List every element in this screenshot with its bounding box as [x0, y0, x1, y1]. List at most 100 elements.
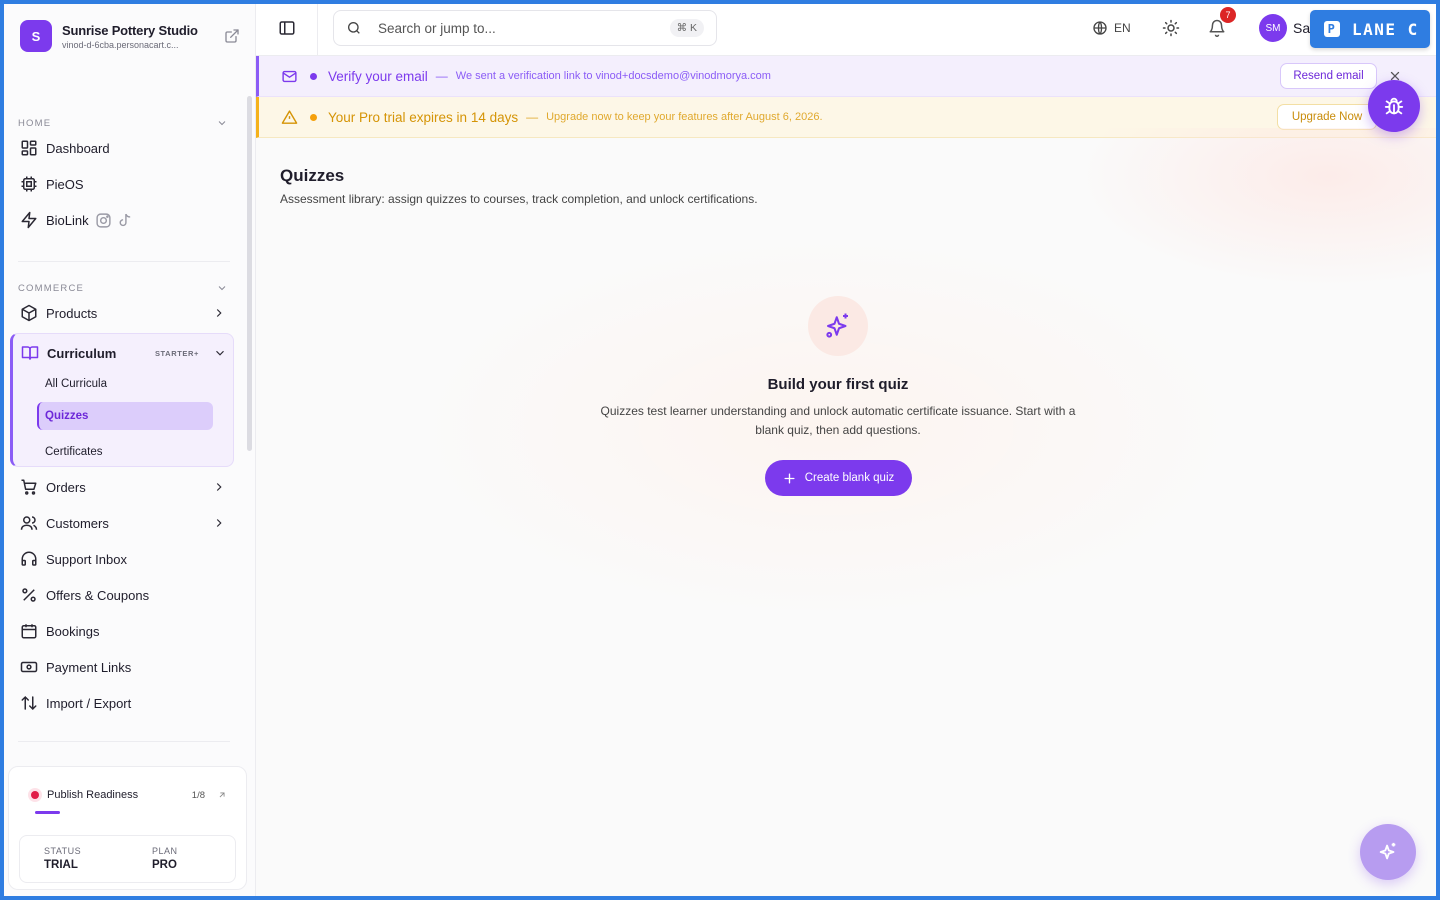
shortcut-hint: ⌘ K [669, 19, 704, 37]
plan-label: PLAN [152, 846, 178, 856]
percent-icon [22, 588, 36, 602]
separator: — [526, 110, 539, 124]
sidebar-item-offers-coupons[interactable]: Offers & Coupons [20, 580, 228, 610]
chevron-down-icon [218, 286, 226, 291]
sidebar-item-label: Import / Export [46, 695, 132, 711]
create-button-label: Create blank quiz [804, 472, 895, 484]
topbar: Search or jump to... ⌘ K EN 7 SM Sa [256, 4, 1436, 56]
instagram-icon [96, 212, 111, 228]
sidebar-item-curriculum[interactable]: Curriculum STARTER+ [21, 340, 229, 366]
divider [18, 261, 230, 262]
page-subtitle: Assessment library: assign quizzes to co… [280, 192, 758, 206]
section-commerce-label: COMMERCE [18, 282, 85, 294]
chip-icon [21, 176, 37, 192]
chevron-down-icon [218, 121, 226, 126]
status-dot [310, 72, 317, 80]
sidebar-item-dashboard[interactable]: Dashboard [20, 133, 228, 163]
sidebar-item-products[interactable]: Products [20, 298, 228, 328]
create-blank-quiz-button[interactable]: Create blank quiz [765, 460, 912, 496]
money-icon [20, 661, 38, 673]
resend-email-button[interactable]: Resend email [1280, 63, 1377, 89]
sidebar-item-label: Payment Links [46, 659, 132, 675]
sun-icon[interactable] [1162, 19, 1180, 37]
ai-assistant-button[interactable] [1360, 824, 1416, 880]
dashboard-icon [21, 140, 37, 156]
plan-value: PRO [152, 859, 177, 871]
sidebar-item-label: Support Inbox [46, 551, 127, 567]
status-value: TRIAL [44, 859, 78, 871]
page-title: Quizzes [280, 166, 345, 185]
bug-report-button[interactable] [1368, 80, 1420, 132]
brand-logo: S [20, 20, 52, 52]
sidebar-item-payment-links[interactable]: Payment Links [20, 652, 228, 682]
separator: — [435, 69, 448, 83]
chevron-down-icon [216, 350, 224, 356]
tiktok-icon [119, 213, 130, 226]
arrow-up-right-icon [219, 792, 225, 798]
background-glow [1076, 128, 1436, 288]
mail-icon [282, 70, 297, 82]
sidebar-item-bookings[interactable]: Bookings [20, 616, 228, 646]
sidebar-item-label: Bookings [46, 623, 100, 639]
main-content: Quizzes Assessment library: assign quizz… [256, 128, 1436, 896]
verify-title: Verify your email [328, 68, 428, 84]
sidebar: S Sunrise Pottery Studio vinod-d-6cba.pe… [4, 4, 256, 896]
verify-message: We sent a verification link to vinod+doc… [455, 70, 771, 82]
search-icon [348, 22, 360, 34]
sidebar-item-label: Curriculum [47, 345, 117, 361]
notification-count: 7 [1220, 7, 1236, 23]
sidebar-subitem-quizzes[interactable]: Quizzes [37, 402, 213, 430]
sidebar-item-orders[interactable]: Orders [20, 472, 228, 502]
book-icon [21, 346, 39, 360]
empty-state-description: Quizzes test learner understanding and u… [600, 404, 1076, 437]
publish-readiness-card[interactable]: Publish Readiness 1/8 STATUS TRIAL PLAN … [8, 766, 247, 890]
sidebar-toggle-icon[interactable] [278, 19, 296, 37]
sidebar-item-label: Products [46, 305, 98, 321]
brand-url: vinod-d-6cba.personacart.c... [62, 39, 179, 50]
chevron-right-icon [216, 483, 222, 491]
sidebar-item-import-export[interactable]: Import / Export [20, 688, 228, 718]
app-window: S Sunrise Pottery Studio vinod-d-6cba.pe… [4, 4, 1436, 896]
box-icon [21, 304, 37, 322]
sidebar-item-customers[interactable]: Customers [20, 508, 228, 538]
external-link-icon[interactable] [224, 28, 240, 44]
section-home-label: HOME [18, 117, 52, 129]
sidebar-item-biolink[interactable]: BioLink [20, 205, 228, 235]
avatar[interactable]: SM [1259, 14, 1287, 42]
sidebar-item-label: Orders [46, 479, 86, 495]
sidebar-item-label: BioLink [46, 212, 89, 228]
headset-icon [21, 551, 37, 566]
brand-switcher[interactable]: S Sunrise Pottery Studio vinod-d-6cba.pe… [20, 18, 248, 54]
readiness-progress [35, 811, 60, 814]
sidebar-subitem-certificates[interactable]: Certificates [37, 438, 213, 466]
language-switcher[interactable]: EN [1092, 20, 1131, 36]
user-name[interactable]: Sa [1293, 20, 1310, 36]
chevron-right-icon [216, 309, 222, 317]
readiness-count: 1/8 [191, 789, 205, 801]
warning-icon [281, 109, 298, 124]
empty-state-title: Build your first quiz [767, 376, 909, 393]
plus-icon [784, 472, 795, 484]
lightning-icon [21, 211, 37, 229]
lane-badge: P LANE C [1310, 10, 1430, 48]
status-label: STATUS [44, 846, 82, 856]
brand-name: Sunrise Pottery Studio [62, 22, 198, 38]
section-commerce[interactable]: COMMERCE [18, 281, 228, 295]
parking-icon: P [1324, 21, 1340, 37]
lane-label: LANE C [1352, 19, 1419, 39]
section-home[interactable]: HOME [18, 116, 228, 130]
verify-email-banner: Verify your email — We sent a verificati… [256, 56, 1436, 97]
sidebar-item-label: Dashboard [46, 140, 110, 156]
trial-message: Upgrade now to keep your features after … [546, 111, 823, 123]
tier-badge: STARTER+ [154, 348, 199, 358]
search-placeholder: Search or jump to... [378, 20, 496, 36]
sidebar-item-support-inbox[interactable]: Support Inbox [20, 544, 228, 574]
bug-icon [1384, 97, 1404, 115]
sidebar-subitem-all-curricula[interactable]: All Curricula [37, 370, 213, 398]
sidebar-item-pieos[interactable]: PieOS [20, 169, 228, 199]
divider [317, 4, 318, 56]
search-input[interactable]: Search or jump to... ⌘ K [333, 10, 717, 46]
upgrade-now-button[interactable]: Upgrade Now [1277, 104, 1377, 130]
sidebar-scrollbar[interactable] [247, 96, 252, 451]
arrows-icon [21, 695, 37, 711]
